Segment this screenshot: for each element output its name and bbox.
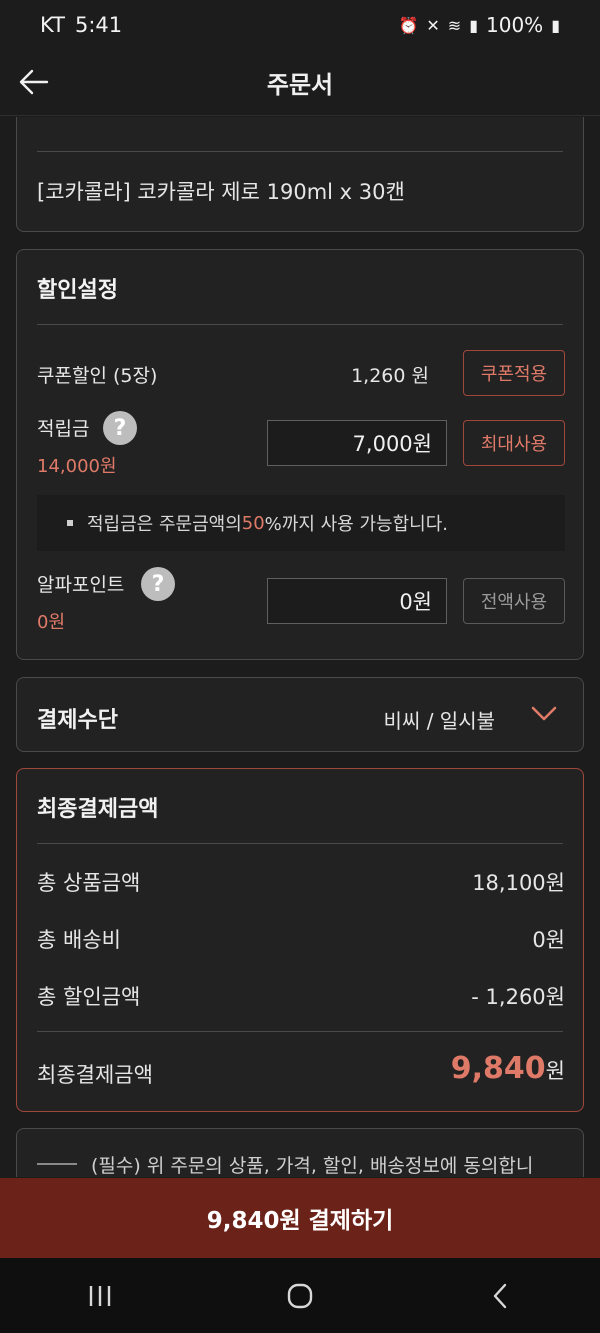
payment-method-value: 비씨 / 일시불 xyxy=(383,709,495,733)
points-input[interactable]: 7,000원 xyxy=(267,420,447,466)
chevron-down-icon[interactable] xyxy=(531,706,557,722)
page-title: 주문서 xyxy=(266,71,334,99)
order-content: [코카콜라] 코카콜라 제로 190ml x 30캔 할인설정 쿠폰할인 (5장… xyxy=(0,117,600,1177)
coupon-apply-button[interactable]: 쿠폰적용 xyxy=(463,350,565,396)
notice-accent: 50 xyxy=(241,512,265,534)
product-name: [코카콜라] 코카콜라 제로 190ml x 30캔 xyxy=(37,180,405,204)
system-nav-bar xyxy=(0,1258,600,1333)
recent-apps-icon xyxy=(89,1285,111,1306)
help-icon[interactable]: ? xyxy=(103,411,137,445)
alpha-point-input[interactable]: 0원 xyxy=(267,578,447,624)
header: 주문서 xyxy=(0,50,600,116)
alpha-point-all-button[interactable]: 전액사용 xyxy=(463,578,565,624)
pay-button[interactable]: 9,840원 결제하기 xyxy=(0,1178,600,1258)
bullet-icon xyxy=(67,520,73,526)
payment-method-card[interactable]: 결제수단 비씨 / 일시불 xyxy=(16,677,584,752)
help-icon[interactable]: ? xyxy=(141,567,175,601)
checkbox-icon[interactable] xyxy=(37,1163,77,1165)
product-card: [코카콜라] 코카콜라 제로 190ml x 30캔 xyxy=(16,117,584,232)
wifi-icon: ≋ xyxy=(447,15,462,35)
mute-icon: ✕ xyxy=(426,15,440,35)
alpha-point-label: 알파포인트 xyxy=(37,574,125,596)
discount-card: 할인설정 쿠폰할인 (5장) 1,260 원 쿠폰적용 적립금 ? 14,000… xyxy=(16,249,584,660)
home-icon xyxy=(287,1283,313,1308)
nav-back-button[interactable] xyxy=(470,1271,530,1321)
notice-prefix: 적립금은 주문금액의 xyxy=(87,514,242,535)
row-value: 18,100원 xyxy=(472,871,565,895)
agreement-text: (필수) 위 주문의 상품, 가격, 할인, 배송정보에 동의합니 xyxy=(91,1155,534,1177)
points-max-button[interactable]: 최대사용 xyxy=(463,420,565,466)
alarm-icon: ⏰ xyxy=(398,15,419,35)
alpha-point-balance: 0원 xyxy=(37,612,66,633)
back-button[interactable] xyxy=(14,62,54,102)
total-unit: 원 xyxy=(545,1059,565,1083)
final-payment-card: 최종결제금액 총 상품금액 18,100원 총 배송비 0원 총 할인금액 - … xyxy=(16,768,584,1112)
divider xyxy=(37,324,563,325)
agreement-card: (필수) 위 주문의 상품, 가격, 할인, 배송정보에 동의합니 xyxy=(16,1128,584,1177)
row-label: 총 배송비 xyxy=(37,928,121,952)
discount-title: 할인설정 xyxy=(37,278,118,303)
total-value: 9,840 xyxy=(450,1051,546,1086)
row-value: 0원 xyxy=(532,928,565,952)
arrow-left-icon xyxy=(19,69,49,95)
points-label: 적립금 xyxy=(37,418,90,440)
total-amount: 9,840원 xyxy=(317,1051,565,1086)
home-button[interactable] xyxy=(270,1271,330,1321)
signal-icon: ▮ xyxy=(469,15,478,35)
battery-icon: ▮ xyxy=(551,15,560,35)
recent-apps-button[interactable] xyxy=(70,1271,130,1321)
divider xyxy=(37,151,563,152)
row-label: 총 할인금액 xyxy=(37,985,141,1009)
points-notice: 적립금은 주문금액의 50 %까지 사용 가능합니다. xyxy=(37,495,565,551)
carrier-label: KT xyxy=(40,13,65,37)
divider xyxy=(37,843,563,844)
coupon-label: 쿠폰할인 (5장) xyxy=(37,365,158,387)
points-balance: 14,000원 xyxy=(37,456,117,477)
final-title: 최종결제금액 xyxy=(37,797,159,822)
divider xyxy=(37,1031,563,1032)
clock: 5:41 xyxy=(74,13,123,37)
status-bar: KT 5:41 ⏰ ✕ ≋ ▮ 100% ▮ xyxy=(0,0,600,50)
coupon-amount: 1,260 원 xyxy=(351,365,429,387)
payment-method-title: 결제수단 xyxy=(37,708,118,733)
notice-suffix: %까지 사용 가능합니다. xyxy=(264,514,448,535)
battery-label: 100% xyxy=(486,13,544,37)
total-label: 최종결제금액 xyxy=(37,1063,153,1087)
row-value: - 1,260원 xyxy=(471,985,565,1009)
row-label: 총 상품금액 xyxy=(37,871,141,895)
nav-back-icon xyxy=(493,1283,507,1308)
